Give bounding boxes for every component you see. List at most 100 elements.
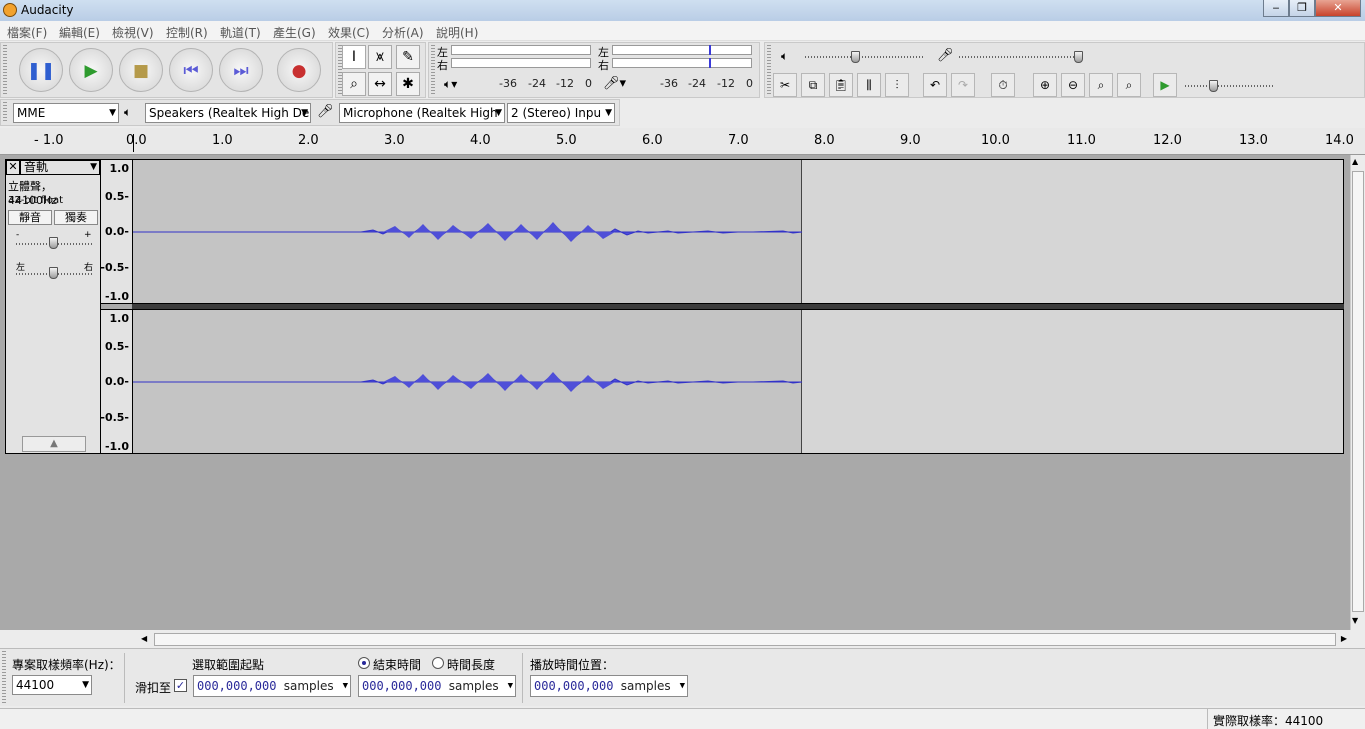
collapse-arrow-icon[interactable]: ▲ [22, 436, 86, 452]
timeline-ruler[interactable]: - 1.0 0.0 1.0 2.0 3.0 4.0 5.0 6.0 7.0 8.… [0, 128, 1365, 155]
play-at-speed-icon[interactable]: ▶ [1153, 73, 1177, 97]
ruler-tick: 12.0 [1153, 133, 1182, 148]
horizontal-scroll-thumb[interactable] [154, 633, 1336, 646]
redo-icon[interactable]: ↷ [951, 73, 975, 97]
fit-selection-icon[interactable]: ⌕ [1089, 73, 1113, 97]
menu-help[interactable]: 說明(H) [436, 24, 478, 41]
scroll-up-icon[interactable]: ▲ [1352, 157, 1358, 166]
pan-slider[interactable] [49, 267, 58, 279]
vertical-scrollbar[interactable]: ▲ ▼ [1350, 155, 1365, 630]
toolbar-grip[interactable] [3, 45, 7, 95]
playback-meter-right[interactable] [451, 58, 591, 68]
selection-start-field[interactable]: 000,000,000 samples ▼ [193, 675, 351, 697]
copy-icon[interactable]: ⧉ [801, 73, 825, 97]
scale-label: 0.0- [104, 375, 129, 388]
toolbar-grip [2, 651, 6, 704]
fit-project-icon[interactable]: ⌕ [1117, 73, 1141, 97]
mute-button[interactable]: 靜音 [8, 210, 52, 225]
stop-button[interactable]: ■ [119, 48, 163, 92]
waveform-right-channel[interactable] [132, 309, 1344, 454]
play-button[interactable]: ▶ [69, 48, 113, 92]
meter-scale-label: 0 [746, 77, 753, 90]
trim-icon[interactable]: ⫼ [857, 73, 881, 97]
scale-label: -1.0 [104, 440, 129, 453]
scroll-left-icon[interactable]: ◀ [141, 634, 147, 643]
project-rate-label: 專案取樣頻率(Hz)： [12, 658, 121, 672]
track-close-button[interactable]: ✕ [6, 160, 20, 175]
menu-analyze[interactable]: 分析(A) [382, 24, 424, 41]
zoom-in-icon[interactable]: ⊕ [1033, 73, 1057, 97]
horizontal-scrollbar[interactable]: ◀ ▶ [140, 632, 1350, 647]
silence-icon[interactable]: ⫶ [885, 73, 909, 97]
undo-icon[interactable]: ↶ [923, 73, 947, 97]
scale-label: -0.5- [100, 261, 129, 274]
maximize-button[interactable]: ❐ [1289, 0, 1315, 17]
close-button[interactable]: ✕ [1315, 0, 1361, 17]
play-speed-slider[interactable] [1209, 80, 1218, 92]
rec-meter-right-label: 右 [598, 59, 609, 72]
input-device-select[interactable]: Microphone (Realtek High ▼ [339, 103, 505, 123]
waveform-svg [133, 222, 803, 242]
actual-rate-text: 實際取樣率：44100 [1213, 714, 1324, 728]
input-channels-value: 2 (Stereo) Inpu [511, 106, 602, 120]
mic-meter-icon[interactable]: 🎤︎▾ [603, 76, 626, 91]
draw-tool-icon[interactable]: ✎ [396, 45, 420, 69]
project-rate-select[interactable]: 44100 ▼ [12, 675, 92, 695]
status-bar: 實際取樣率：44100 [0, 708, 1365, 729]
input-volume-slider[interactable] [1074, 51, 1083, 63]
menu-transport[interactable]: 控制(R) [166, 24, 208, 41]
input-channels-select[interactable]: 2 (Stereo) Inpu ▼ [507, 103, 615, 123]
menu-view[interactable]: 檢視(V) [112, 24, 154, 41]
play-speed-track[interactable] [1185, 85, 1273, 87]
skip-start-button[interactable]: ⏮ [169, 48, 213, 92]
length-radio[interactable] [432, 657, 444, 669]
solo-button[interactable]: 獨奏 [54, 210, 98, 225]
snap-to-checkbox[interactable]: ✓ [174, 679, 187, 692]
end-time-radio[interactable] [358, 657, 370, 669]
menu-generate[interactable]: 產生(G) [273, 24, 316, 41]
sync-lock-icon[interactable]: ⏱ [991, 73, 1015, 97]
record-meter-right[interactable] [612, 58, 752, 68]
menu-effect[interactable]: 效果(C) [328, 24, 370, 41]
meter-scale-label: -12 [717, 77, 735, 90]
paste-icon[interactable]: 📋︎ [829, 73, 853, 97]
toolbar-grip [431, 45, 435, 95]
scroll-right-icon[interactable]: ▶ [1341, 634, 1347, 643]
audio-host-select[interactable]: MME ▼ [13, 103, 119, 123]
menu-file[interactable]: 檔案(F) [7, 24, 47, 41]
menu-tracks[interactable]: 軌道(T) [220, 24, 261, 41]
track-name-menu[interactable]: 音軌 ▼ [20, 160, 100, 175]
record-button[interactable]: ● [277, 48, 321, 92]
pause-button[interactable]: ❚❚ [19, 48, 63, 92]
transport-toolbar: ❚❚ ▶ ■ ⏮ ⏭ ● [0, 42, 333, 98]
playback-meter-left[interactable] [451, 45, 591, 55]
selection-end-field[interactable]: 000,000,000 samples ▼ [358, 675, 516, 697]
minimize-button[interactable]: ‒ [1263, 0, 1289, 17]
menu-edit[interactable]: 編輯(E) [59, 24, 100, 41]
output-device-select[interactable]: Speakers (Realtek High De ▼ [145, 103, 311, 123]
envelope-tool-icon[interactable]: ⩙ [368, 45, 392, 69]
cut-icon[interactable]: ✂ [773, 73, 797, 97]
meter-scale-label: -12 [556, 77, 574, 90]
waveform-left-channel[interactable] [132, 159, 1344, 304]
gain-slider[interactable] [49, 237, 58, 249]
timeshift-tool-icon[interactable]: ↔ [368, 72, 392, 96]
audio-position-field[interactable]: 000,000,000 samples ▼ [530, 675, 688, 697]
pan-left-label: 左 [16, 263, 26, 273]
scroll-down-icon[interactable]: ▼ [1352, 616, 1358, 625]
input-volume-track[interactable] [959, 56, 1079, 58]
selection-tool-icon[interactable]: I [342, 45, 366, 69]
zoom-out-icon[interactable]: ⊖ [1061, 73, 1085, 97]
end-time-label: 結束時間 [373, 658, 422, 672]
title-bar: Audacity ‒ ❐ ✕ [0, 0, 1365, 21]
record-meter-left[interactable] [612, 45, 752, 55]
skip-end-button[interactable]: ⏭ [219, 48, 263, 92]
multi-tool-icon[interactable]: ✱ [396, 72, 420, 96]
speaker-meter-icon[interactable]: 🔈︎▾ [444, 77, 457, 92]
vertical-scroll-thumb[interactable] [1352, 171, 1364, 612]
meter-scale-label: -24 [528, 77, 546, 90]
output-volume-slider[interactable] [851, 51, 860, 63]
output-volume-track[interactable] [805, 56, 925, 58]
zoom-tool-icon[interactable]: ⌕ [342, 72, 366, 96]
divider [522, 653, 523, 703]
